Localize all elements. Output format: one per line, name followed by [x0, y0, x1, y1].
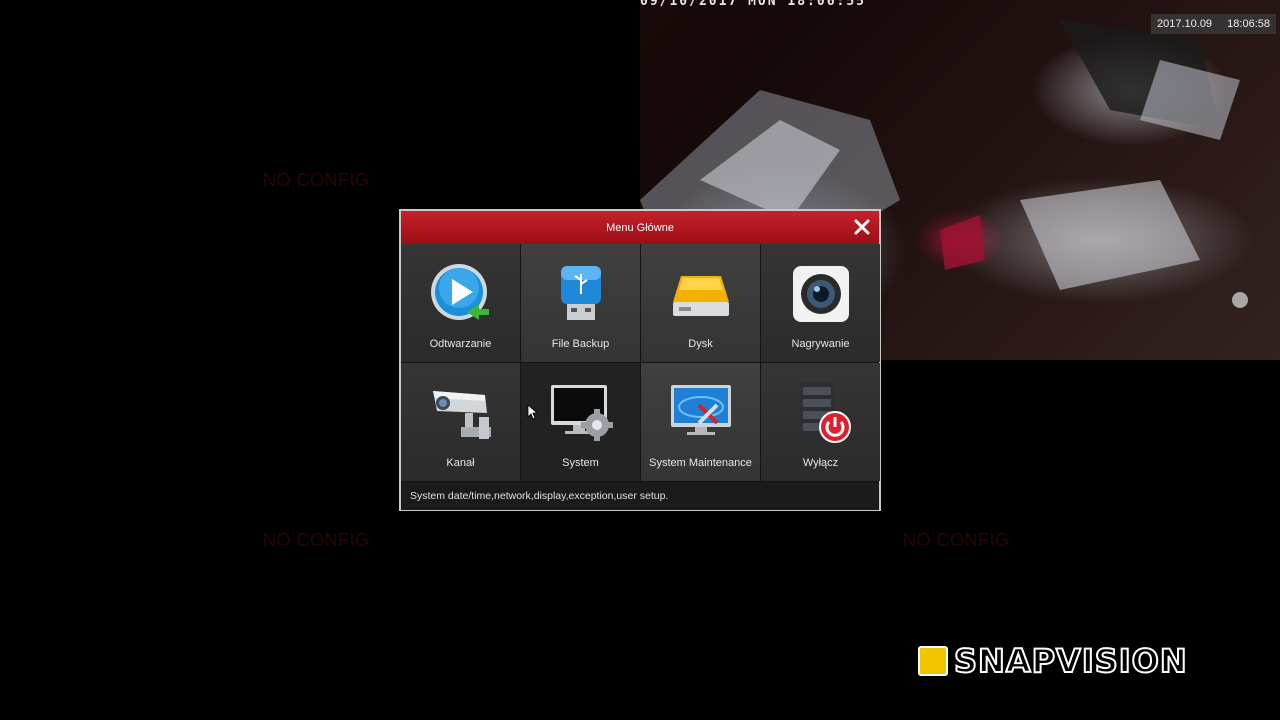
menu-item-label: Dysk	[688, 338, 713, 350]
dialog-title-bar: Menu Główne	[401, 211, 879, 244]
brand-logo-text: SNAPVISION	[953, 641, 1188, 681]
menu-item-system-maintenance[interactable]: System Maintenance	[641, 363, 760, 481]
menu-item-label: File Backup	[551, 338, 610, 350]
usb-drive-icon	[560, 266, 601, 320]
no-config-label: NO CONFIG	[263, 170, 370, 190]
menu-item-label: System	[562, 457, 599, 469]
main-menu-dialog: Menu Główne Odtwarzanie File Backup Dysk…	[399, 209, 881, 511]
menu-grid: Odtwarzanie File Backup Dysk Nagrywanie …	[401, 244, 880, 481]
menu-item-label: Odtwarzanie	[429, 338, 492, 350]
status-description: System date/time,network,display,excepti…	[401, 481, 879, 510]
monitor-tools-icon	[670, 385, 731, 435]
hard-disk-icon	[672, 276, 729, 316]
cctv-logo-icon	[918, 646, 948, 676]
menu-item-playback[interactable]: Odtwarzanie	[401, 244, 520, 362]
menu-item-file-backup[interactable]: File Backup	[521, 244, 640, 362]
clock-date: 2017.10.09	[1157, 18, 1213, 30]
dialog-title: Menu Główne	[606, 221, 674, 234]
menu-item-system[interactable]: System	[521, 363, 640, 481]
menu-item-shutdown[interactable]: Wyłącz	[761, 363, 880, 481]
clock-time: 18:06:58	[1227, 18, 1270, 30]
menu-item-channel[interactable]: Kanał	[401, 363, 520, 481]
cctv-camera-icon	[432, 391, 491, 439]
menu-item-label: System Maintenance	[649, 457, 752, 469]
mouse-cursor-icon	[527, 404, 537, 420]
menu-item-label: Wyłącz	[802, 457, 839, 469]
menu-item-recording[interactable]: Nagrywanie	[761, 244, 880, 362]
menu-item-label: Kanał	[446, 457, 475, 469]
menu-item-disk[interactable]: Dysk	[641, 244, 760, 362]
brand-logo: SNAPVISION	[918, 641, 1188, 681]
no-config-label: NO CONFIG	[263, 530, 370, 550]
monitor-gear-icon	[550, 385, 613, 441]
system-clock: 2017.10.09 18:06:58	[1151, 14, 1276, 34]
server-power-icon	[800, 383, 851, 443]
menu-item-label: Nagrywanie	[791, 338, 850, 350]
close-icon[interactable]	[851, 216, 873, 238]
no-config-label: NO CONFIG	[903, 530, 1010, 550]
playback-icon	[430, 264, 489, 320]
camera-osd-timestamp: 09/10/2017 MON 18:06:55	[640, 0, 867, 9]
camera-lens-icon	[792, 266, 849, 322]
